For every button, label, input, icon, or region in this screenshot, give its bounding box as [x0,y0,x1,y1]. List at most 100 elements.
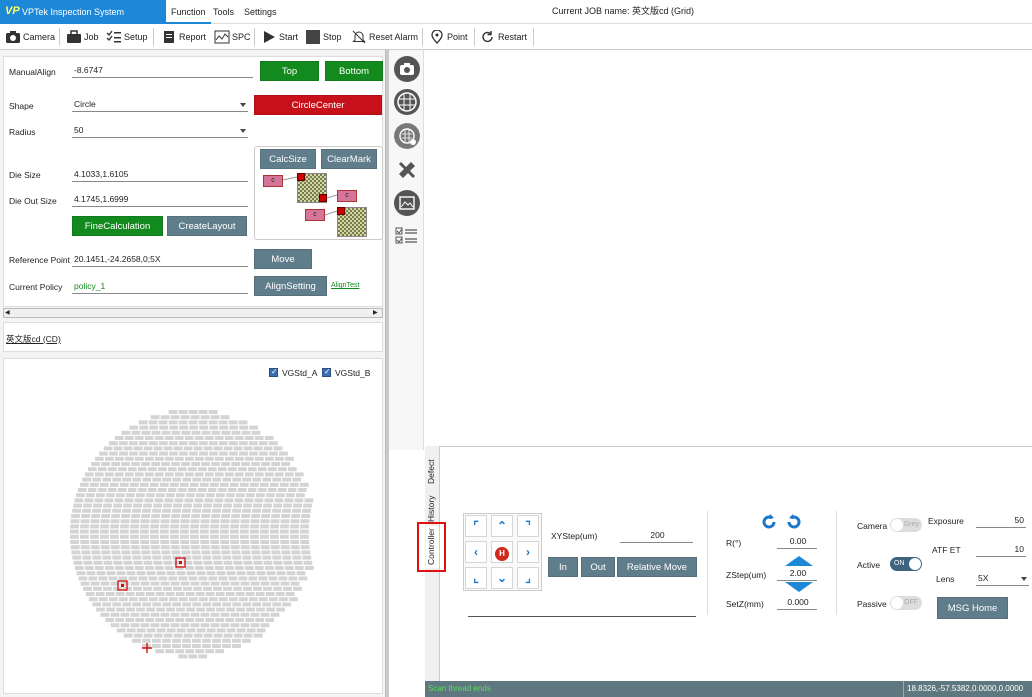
wafer-die[interactable] [139,482,149,487]
wafer-die[interactable] [171,462,180,466]
wafer-die[interactable] [121,550,131,555]
wafer-die[interactable] [185,592,195,596]
wafer-die[interactable] [187,467,197,472]
wafer-die[interactable] [168,597,178,602]
start-button[interactable]: Start [261,27,298,47]
wafer-die[interactable] [214,566,224,570]
wafer-die[interactable] [213,586,222,591]
wafer-die[interactable] [280,519,290,524]
wafer-die[interactable] [151,430,161,435]
wafer-die[interactable] [229,482,239,487]
wafer-die[interactable] [270,529,279,534]
wafer-die[interactable] [122,602,132,607]
wafer-die[interactable] [190,529,199,534]
wafer-die[interactable] [81,550,91,555]
wafer-die[interactable] [270,581,280,586]
wafer-die[interactable] [124,566,134,570]
wafer-die[interactable] [149,482,159,487]
wafer-die[interactable] [134,436,144,440]
wafer-die[interactable] [292,555,302,560]
wafer-die[interactable] [146,607,155,612]
wafer-die[interactable] [247,467,257,472]
wafer-die[interactable] [99,482,109,487]
wafer-die[interactable] [149,425,159,430]
wafer-die[interactable] [267,488,277,492]
wafer-die[interactable] [181,430,191,435]
wafer-die[interactable] [223,586,232,591]
wafer-die[interactable] [94,566,104,570]
wafer-die[interactable] [142,638,151,643]
wafer-die[interactable] [180,524,189,529]
wafer-die[interactable] [139,451,148,456]
wafer-die[interactable] [101,550,111,555]
wafer-die[interactable] [244,436,254,440]
wafer-die[interactable] [293,560,303,565]
wafer-die[interactable] [220,415,230,420]
wafer-die[interactable] [287,488,297,492]
wafer-die[interactable] [230,612,240,617]
wafer-die[interactable] [193,560,203,565]
wafer-die[interactable] [182,638,191,643]
wafer-die[interactable] [240,529,249,534]
wafer-die[interactable] [93,503,102,508]
wafer-die[interactable] [178,410,188,414]
wafer-die[interactable] [190,519,200,524]
wafer-die[interactable] [192,508,201,513]
wafer-die[interactable] [109,482,119,487]
wafer-die[interactable] [162,555,172,560]
menu-settings[interactable]: Settings [239,0,282,24]
wafer-die[interactable] [150,612,160,617]
wafer-die[interactable] [102,602,112,607]
wafer-die[interactable] [294,498,304,503]
checkbox-vgstd-a[interactable] [269,367,278,377]
wafer-die[interactable] [104,498,114,503]
wafer-die[interactable] [214,498,224,503]
wafer-die[interactable] [269,482,279,487]
wafer-die[interactable] [200,623,210,628]
wafer-die[interactable] [265,618,275,622]
wafer-die[interactable] [148,576,158,581]
wafer-die[interactable] [227,488,237,492]
wafer-die[interactable] [220,529,229,534]
wafer-die[interactable] [70,519,80,524]
wafer-die[interactable] [192,644,201,648]
wafer-die[interactable] [228,597,238,602]
wafer-die[interactable] [153,586,162,591]
wafer-die[interactable] [250,612,260,617]
jog-down-icon[interactable]: ⌄ [491,567,513,589]
wafer-die[interactable] [276,607,285,612]
wafer-die[interactable] [156,607,165,612]
wafer-die[interactable] [238,597,248,602]
wafer-die[interactable] [158,597,168,602]
wafer-die[interactable] [300,529,309,534]
shape-select[interactable]: Circle [72,98,248,112]
wafer-die[interactable] [202,555,212,560]
wafer-die[interactable] [236,607,245,612]
wafer-die[interactable] [195,649,205,654]
wafer-die[interactable] [292,477,302,482]
wafer-die[interactable] [271,514,280,518]
wafer-die[interactable] [251,550,261,555]
wafer-die[interactable] [180,581,190,586]
wafer-die[interactable] [205,649,215,654]
wafer-die[interactable] [105,592,115,596]
wafer-die[interactable] [212,508,221,513]
wafer-die[interactable] [130,623,140,628]
jog-up-icon[interactable]: ⌃ [491,515,513,537]
wafer-die[interactable] [198,654,208,659]
wafer-die[interactable] [70,529,79,534]
wafer-die[interactable] [286,493,295,498]
wafer-die[interactable] [219,451,228,456]
wafer-die[interactable] [256,571,266,576]
reset-alarm-button[interactable]: Reset Alarm [351,27,418,47]
wafer-die[interactable] [131,550,141,555]
wafer-die[interactable] [200,529,209,534]
wafer-die[interactable] [229,451,238,456]
wafer-die[interactable] [243,503,252,508]
die-out-size-field[interactable]: 4.1745,1.6999 [72,193,248,207]
wafer-die[interactable] [148,597,158,602]
wafer-die[interactable] [142,508,151,513]
wafer-die[interactable] [198,410,208,414]
wafer-die[interactable] [260,529,269,534]
wafer-die[interactable] [240,623,250,628]
